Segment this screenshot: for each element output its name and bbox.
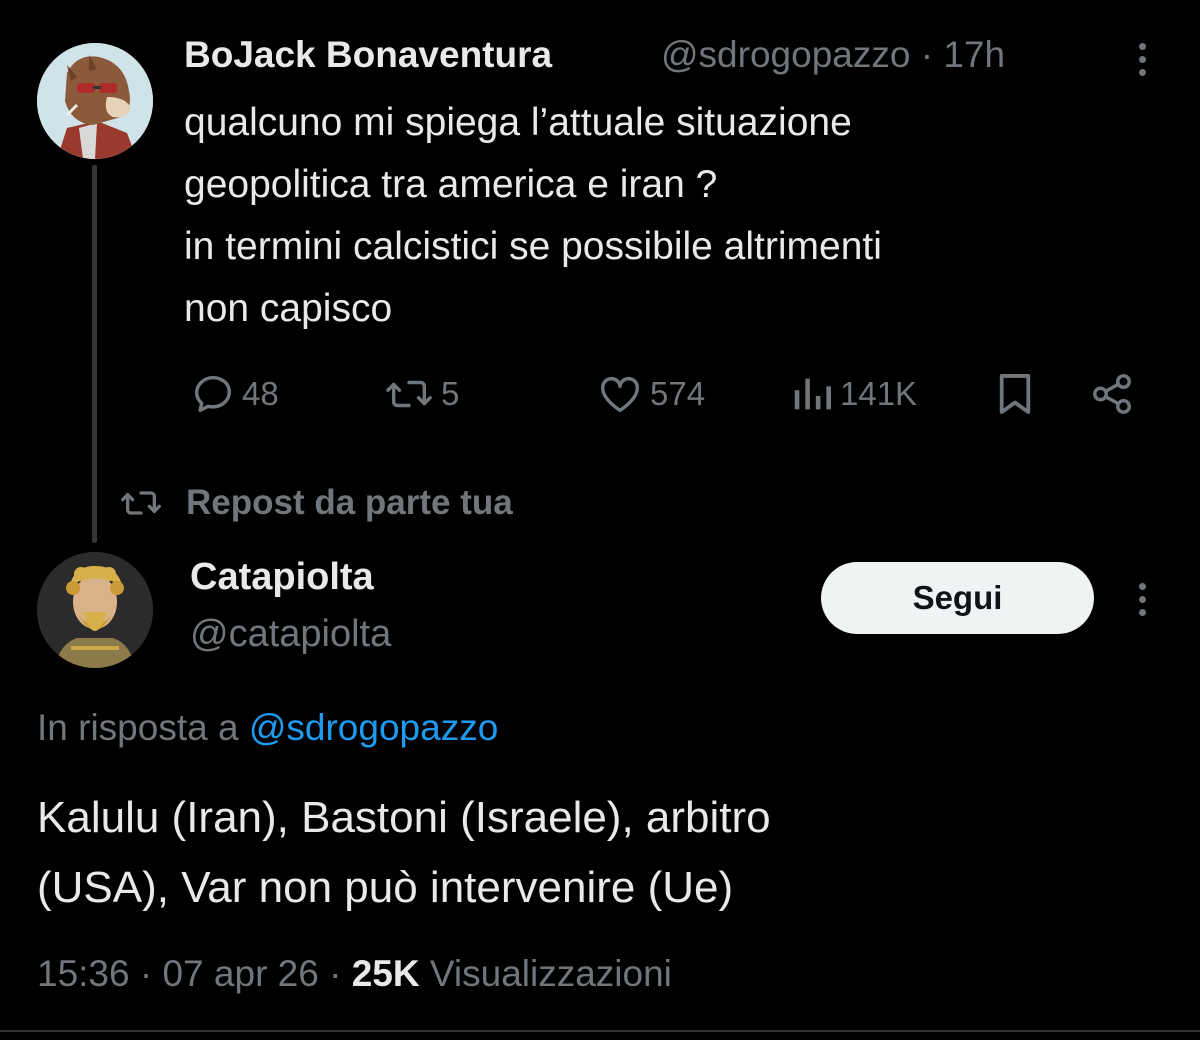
main-views-count[interactable]: 25K bbox=[352, 953, 420, 994]
separator-dot: · bbox=[920, 34, 934, 75]
horse-avatar-icon bbox=[37, 43, 153, 159]
main-text-line: Kalulu (Iran), Bastoni (Israele), arbitr… bbox=[37, 793, 771, 842]
parent-text-line: qualcuno mi spiega l’attuale situazione bbox=[184, 101, 852, 144]
avatar-catapiolta[interactable] bbox=[37, 552, 153, 668]
reply-to-prefix: In risposta a bbox=[37, 707, 239, 748]
thread-line bbox=[92, 165, 97, 543]
parent-text-line: in termini calcistici se possibile altri… bbox=[184, 225, 882, 268]
separator-dot: · bbox=[329, 953, 342, 994]
views-icon bbox=[794, 378, 831, 410]
main-text-line: (USA), Var non può intervenire (Ue) bbox=[37, 863, 734, 912]
parent-author-name[interactable]: BoJack Bonaventura bbox=[184, 32, 552, 78]
parent-handle[interactable]: @sdrogopazzo bbox=[661, 34, 910, 75]
divider bbox=[0, 1030, 1200, 1032]
parent-handle-time: @sdrogopazzo · 17h bbox=[661, 32, 1005, 78]
parent-text-line: geopolitica tra america e iran ? bbox=[184, 163, 718, 206]
reply-button[interactable]: 48 bbox=[190, 366, 279, 422]
views-button[interactable]: 141K bbox=[790, 366, 917, 422]
more-icon[interactable] bbox=[1130, 580, 1154, 620]
parent-time[interactable]: 17h bbox=[943, 34, 1005, 75]
avatar-bojack[interactable] bbox=[37, 43, 153, 159]
like-icon bbox=[601, 376, 639, 413]
main-handle[interactable]: @catapiolta bbox=[190, 611, 391, 657]
repost-icon bbox=[120, 491, 161, 515]
views-count: 141K bbox=[840, 375, 918, 412]
follow-button[interactable]: Segui bbox=[821, 562, 1094, 634]
parent-text-line: non capisco bbox=[184, 287, 393, 330]
repost-button[interactable]: 5 bbox=[383, 366, 459, 422]
bust-avatar-icon bbox=[37, 552, 153, 668]
reply-to-handle-link[interactable]: @sdrogopazzo bbox=[249, 707, 498, 748]
reply-to-context: In risposta a @sdrogopazzo bbox=[37, 703, 498, 753]
main-author-name[interactable]: Catapiolta bbox=[190, 554, 374, 600]
tweet-meta: 15:36 · 07 apr 26 · 25K Visualizzazioni bbox=[37, 948, 672, 1000]
share-icon bbox=[1093, 374, 1131, 414]
repost-icon bbox=[386, 380, 432, 408]
tweet-date[interactable]: 07 apr 26 bbox=[162, 953, 318, 994]
bookmark-icon bbox=[999, 374, 1031, 414]
tweet-time[interactable]: 15:36 bbox=[37, 953, 130, 994]
main-views-label[interactable]: Visualizzazioni bbox=[430, 953, 672, 994]
bookmark-button[interactable] bbox=[996, 366, 1034, 422]
like-count: 574 bbox=[650, 375, 706, 412]
repost-count: 5 bbox=[441, 375, 460, 412]
parent-tweet-text: qualcuno mi spiega l’attuale situazione … bbox=[184, 92, 1144, 340]
separator-dot: · bbox=[139, 953, 153, 994]
reply-count: 48 bbox=[242, 375, 279, 412]
repost-indicator: Repost da parte tua bbox=[118, 478, 513, 528]
reply-icon bbox=[194, 375, 232, 413]
main-tweet-text: Kalulu (Iran), Bastoni (Israele), arbitr… bbox=[37, 783, 1167, 923]
share-button[interactable] bbox=[1088, 366, 1136, 422]
more-icon[interactable] bbox=[1130, 40, 1154, 80]
repost-label[interactable]: Repost da parte tua bbox=[186, 483, 513, 523]
like-button[interactable]: 574 bbox=[596, 366, 705, 422]
